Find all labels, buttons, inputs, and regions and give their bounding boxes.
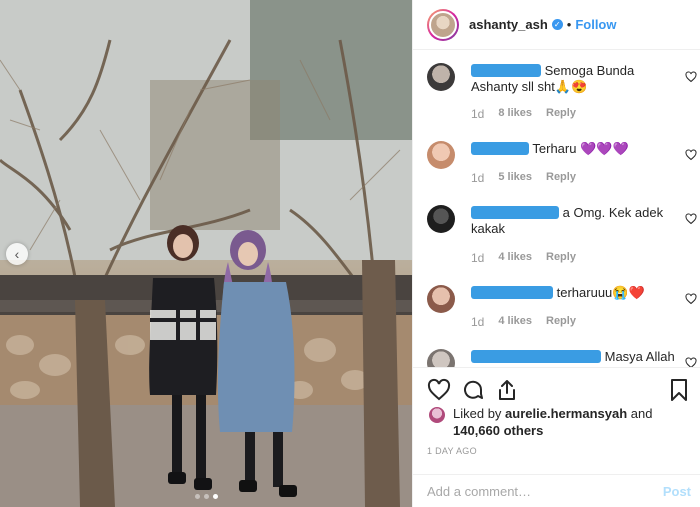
commenter-avatar[interactable] bbox=[427, 349, 455, 367]
add-comment-bar: Post bbox=[413, 474, 700, 507]
comment-bubble-icon[interactable] bbox=[461, 378, 485, 402]
share-icon[interactable] bbox=[495, 378, 519, 402]
comment-time: 1d bbox=[471, 251, 485, 265]
comment-meta: 1d 8 likes Reply bbox=[471, 107, 576, 121]
likes-summary: Liked by aurelie.hermansyah and 140,660 … bbox=[427, 404, 697, 438]
separator-dot: • bbox=[566, 17, 572, 32]
commenter-username-redacted[interactable] bbox=[471, 350, 601, 363]
instagram-post: ‹ ashanty_ash ✓ • Follow Semoga Bunda As… bbox=[0, 0, 700, 507]
comment-item: Terharu 💜💜💜 1d 5 likes Reply bbox=[427, 141, 697, 189]
comment-item: Semoga Bunda Ashanty sll sht🙏😍 1d 8 like… bbox=[427, 63, 697, 125]
liker-avatar[interactable] bbox=[429, 407, 445, 423]
post-side-panel: ashanty_ash ✓ • Follow Semoga Bunda Asha… bbox=[412, 0, 700, 507]
comment-item: Masya Allah bbox=[427, 349, 697, 367]
heart-icon[interactable] bbox=[685, 71, 697, 83]
carousel-indicator bbox=[195, 494, 218, 499]
carousel-dot-active bbox=[213, 494, 218, 499]
commenter-avatar[interactable] bbox=[427, 285, 455, 313]
post-actions bbox=[413, 367, 700, 407]
comment-time: 1d bbox=[471, 107, 485, 121]
bookmark-icon[interactable] bbox=[667, 378, 691, 402]
likes-count[interactable]: 140,660 others bbox=[453, 423, 543, 438]
post-button[interactable]: Post bbox=[663, 484, 691, 499]
follow-button[interactable]: Follow bbox=[575, 17, 616, 32]
post-date: 1 DAY AGO bbox=[427, 446, 477, 456]
commenter-username-redacted[interactable] bbox=[471, 206, 559, 219]
comment-item: a Omg. Kek adek kakak 1d 4 likes Reply bbox=[427, 205, 697, 267]
comment-likes[interactable]: 8 likes bbox=[498, 107, 532, 121]
author-username[interactable]: ashanty_ash bbox=[469, 17, 548, 32]
comment-time: 1d bbox=[471, 171, 485, 185]
comment-text: terharuuu😭❤️ bbox=[556, 285, 645, 300]
comment-text-wrap: Masya Allah bbox=[471, 349, 677, 365]
comment-text-wrap: terharuuu😭❤️ bbox=[471, 285, 677, 301]
comment-text: Terharu 💜💜💜 bbox=[532, 141, 629, 156]
heart-icon[interactable] bbox=[685, 357, 697, 367]
author-avatar[interactable] bbox=[427, 8, 459, 41]
chevron-left-icon: ‹ bbox=[14, 246, 20, 262]
likes-connector: and bbox=[627, 406, 653, 421]
commenter-avatar[interactable] bbox=[427, 63, 455, 91]
carousel-dot bbox=[195, 494, 200, 499]
comment-text-wrap: Semoga Bunda Ashanty sll sht🙏😍 bbox=[471, 63, 677, 95]
add-comment-input[interactable] bbox=[427, 484, 627, 499]
heart-icon[interactable] bbox=[685, 149, 697, 161]
likes-text: Liked by aurelie.hermansyah and 140,660 … bbox=[453, 405, 652, 439]
comment-text: Masya Allah bbox=[604, 349, 675, 364]
post-photo[interactable]: ‹ bbox=[0, 0, 412, 507]
heart-icon[interactable] bbox=[685, 293, 697, 305]
comment-time: 1d bbox=[471, 315, 485, 329]
commenter-avatar[interactable] bbox=[427, 205, 455, 233]
commenter-username-redacted[interactable] bbox=[471, 64, 541, 77]
comment-likes[interactable]: 4 likes bbox=[498, 315, 532, 329]
reply-button[interactable]: Reply bbox=[546, 251, 576, 265]
commenter-username-redacted[interactable] bbox=[471, 142, 529, 155]
reply-button[interactable]: Reply bbox=[546, 171, 576, 185]
comment-text-wrap: a Omg. Kek adek kakak bbox=[471, 205, 677, 237]
comment-meta: 1d 4 likes Reply bbox=[471, 315, 576, 329]
liker-username[interactable]: aurelie.hermansyah bbox=[505, 406, 627, 421]
commenter-username-redacted[interactable] bbox=[471, 286, 553, 299]
post-header: ashanty_ash ✓ • Follow bbox=[413, 0, 700, 50]
heart-icon[interactable] bbox=[685, 213, 697, 225]
comment-meta: 1d 4 likes Reply bbox=[471, 251, 576, 265]
comment-meta: 1d 5 likes Reply bbox=[471, 171, 576, 185]
comment-item: terharuuu😭❤️ 1d 4 likes Reply bbox=[427, 285, 697, 333]
carousel-dot bbox=[204, 494, 209, 499]
reply-button[interactable]: Reply bbox=[546, 107, 576, 121]
likes-prefix: Liked by bbox=[453, 406, 506, 421]
verified-badge-icon: ✓ bbox=[551, 19, 563, 30]
reply-button[interactable]: Reply bbox=[546, 315, 576, 329]
comment-text-wrap: Terharu 💜💜💜 bbox=[471, 141, 677, 157]
heart-icon[interactable] bbox=[427, 378, 451, 402]
commenter-avatar[interactable] bbox=[427, 141, 455, 169]
previous-photo-button[interactable]: ‹ bbox=[6, 243, 28, 265]
comment-list[interactable]: Semoga Bunda Ashanty sll sht🙏😍 1d 8 like… bbox=[413, 51, 700, 367]
comment-likes[interactable]: 5 likes bbox=[498, 171, 532, 185]
photo-scene bbox=[0, 0, 412, 507]
comment-likes[interactable]: 4 likes bbox=[498, 251, 532, 265]
